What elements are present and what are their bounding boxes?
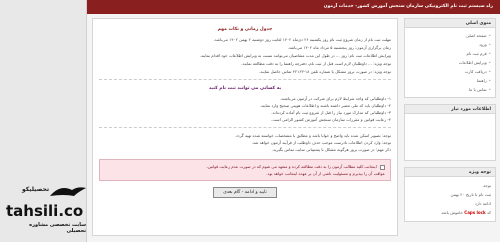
main-content: جدول زمانی و نکات مهم مهلت ثبت نام از زم… <box>92 18 398 236</box>
notice-box-body: توجه ثبت نام تا تاریخ ۲۰ بهمن ادامه دارد… <box>405 177 495 221</box>
sidebar-menu-label: دریافت کارت <box>464 69 487 74</box>
info-box-title: اطلاعات مورد نیاز <box>405 105 495 114</box>
sidebar-menu-item[interactable]: •دریافت کارت <box>409 67 491 76</box>
section-heading: به کسانی می توانید ثبت نام کنید <box>208 86 282 91</box>
logo: تحصیلیکو tahsili.co سایت تخصصی مشاوره تح… <box>4 186 86 240</box>
note-line: توجه: وارد کردن اطلاعات نادرست موجب حذف … <box>251 140 391 145</box>
notice-box: توجه ویژه توجه ثبت نام تا تاریخ ۲۰ بهمن … <box>404 167 496 222</box>
agree-checkbox[interactable] <box>380 164 385 170</box>
main-menu-box: منوی اصلی •صفحه اصلی •ورود •فرم ثبت نام •وی… <box>404 18 496 98</box>
rule-line: ۲- داوطلبان باید کد ملی معتبر داشته باشن… <box>259 103 391 108</box>
submit-button[interactable]: تایید و ادامه - گام بعدی <box>213 187 277 198</box>
note-line: ذکر مهم: در صورت بروز هرگونه مشکل با پشت… <box>271 147 391 152</box>
bullet-icon: • <box>488 78 491 83</box>
notice-line: ادامه دارد <box>474 201 491 206</box>
section-heading: جدول زمانی و نکات مهم <box>217 27 273 32</box>
sidebar-menu-label: فرم ثبت نام <box>466 51 487 56</box>
note-line: توجه: تصویر اسکن شده باید واضح و خوانا ب… <box>234 133 391 138</box>
sidebar-menu-label: ورود <box>479 42 487 47</box>
sidebar-menu-label: صفحه اصلی <box>466 33 487 38</box>
confirm-line: عواقب آن را بپذیرم و مسئولیت ناشی از آن … <box>266 171 385 176</box>
logo-domain: tahsili.co <box>6 202 84 220</box>
bullet-icon: • <box>488 42 491 47</box>
notice-line: توجه <box>483 183 491 188</box>
intro-line: توجه ویژه: ... داوطلبان لازم است قبل از … <box>241 61 391 66</box>
intro-line: زمان برگزاری آزمون: روز پنجشنبه ۵ مرداد … <box>287 45 391 50</box>
sidebar-menu-item[interactable]: •ورود <box>409 40 491 49</box>
confirmation-box: اینجانب کلیه مطالب آزمون را به دقت مطالع… <box>99 159 391 181</box>
sidebar-menu-label: تماس با ما <box>468 87 487 92</box>
logo-bird-icon <box>50 187 86 196</box>
rule-line: ۴- رعایت قوانین و مقررات سازمان سنجش آمو… <box>271 117 391 122</box>
bullet-icon: • <box>488 33 491 38</box>
sidebar-menu-item[interactable]: •تماس با ما <box>409 85 491 94</box>
intro-line: مهلت ثبت نام از زمان شروع ثبت نام روز یک… <box>213 37 391 42</box>
notice-line: ثبت نام تا تاریخ ۲۰ بهمن <box>450 192 491 197</box>
logo-tagline: سایت تخصصی مشاوره تحصیلی <box>29 222 86 234</box>
notice-line: کد Caps lock خاموش باشد <box>441 210 491 215</box>
top-banner: راه سیستم ثبت نام الکترونیکی سازمان سنجش… <box>87 0 500 14</box>
rule-line: ۱- داوطلبانی که واجد شرایط لازم برای شرک… <box>279 96 391 101</box>
divider <box>99 79 391 80</box>
intro-line: ویرایش اطلاعات ثبت نام: روز ... در طول ا… <box>199 53 391 58</box>
notice-box-title: توجه ویژه <box>405 168 495 177</box>
sidebar: منوی اصلی •صفحه اصلی •ورود •فرم ثبت نام •وی… <box>404 18 496 228</box>
confirm-line: اینجانب کلیه مطالب آزمون را به دقت مطالع… <box>105 163 385 170</box>
sidebar-menu-item[interactable]: •راهنما <box>409 76 491 85</box>
sidebar-menu-item[interactable]: •فرم ثبت نام <box>409 49 491 58</box>
rule-line: ۳- داوطلبانی که مدارک مورد نیاز را قبل ا… <box>271 110 391 115</box>
bullet-icon: • <box>488 69 491 74</box>
intro-line: توجه ویژه: در صورت بروز مشکل با شماره تل… <box>259 69 391 74</box>
main-menu-list: •صفحه اصلی •ورود •فرم ثبت نام •ویرایش اطلاع… <box>405 28 495 97</box>
sidebar-menu-label: راهنما <box>476 78 487 83</box>
bullet-icon: • <box>488 51 491 56</box>
page-frame: راه سیستم ثبت نام الکترونیکی سازمان سنجش… <box>86 0 500 242</box>
bullet-icon: • <box>488 60 491 65</box>
sidebar-menu-item[interactable]: •ویرایش اطلاعات <box>409 58 491 67</box>
main-menu-title: منوی اصلی <box>405 19 495 28</box>
divider <box>99 127 391 128</box>
sidebar-menu-label: ویرایش اطلاعات <box>458 60 487 65</box>
info-box: اطلاعات مورد نیاز <box>404 104 496 161</box>
bullet-icon: • <box>488 87 491 92</box>
info-box-body <box>405 114 495 160</box>
logo-title: تحصیلیکو <box>22 186 50 193</box>
sidebar-menu-item[interactable]: •صفحه اصلی <box>409 31 491 40</box>
